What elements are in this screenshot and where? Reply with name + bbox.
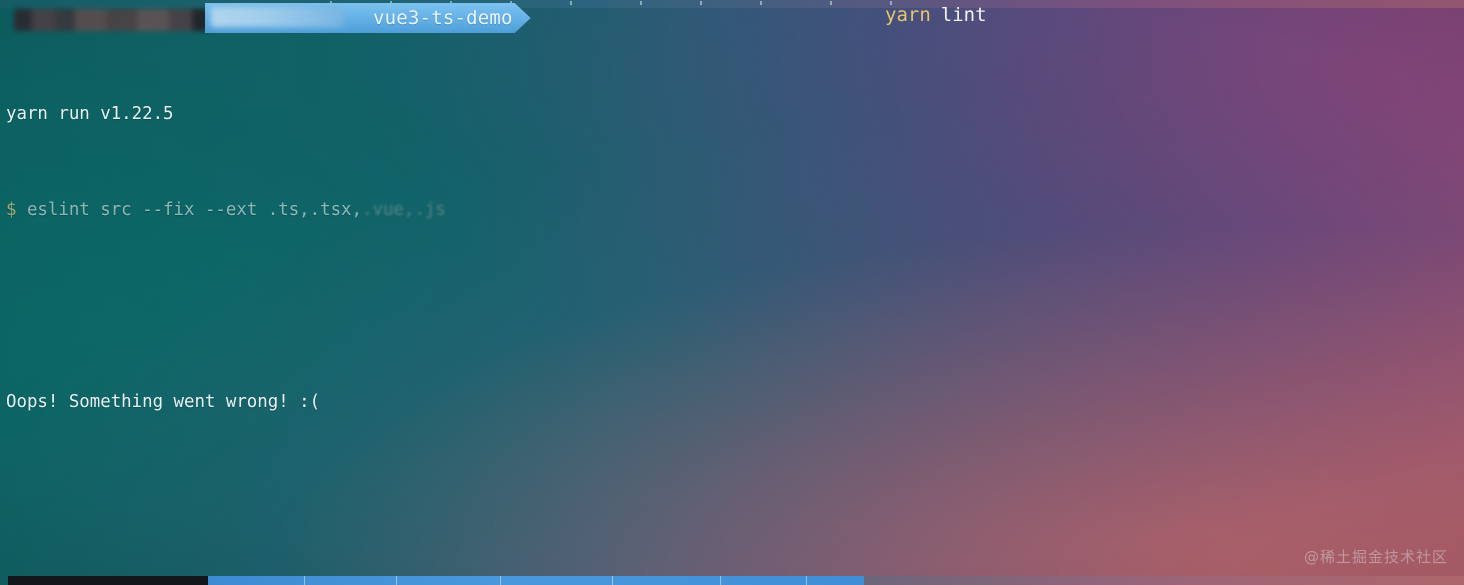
line-text: Oops! Something went wrong! :( — [6, 392, 321, 412]
terminal-output[interactable]: yarn run v1.22.5 $ eslint src --fix --ex… — [0, 30, 1464, 585]
command-subcommand: lint — [940, 4, 987, 26]
running-command: yarn lint — [885, 4, 987, 26]
taskbar[interactable] — [0, 576, 1464, 585]
terminal-line: yarn run v1.22.5 — [0, 102, 1464, 126]
line-text-faded-tail: .vue,.js — [362, 200, 446, 220]
terminal-line-echoed-command: $ eslint src --fix --ext .ts,.tsx,.vue,.… — [0, 198, 1464, 222]
taskbar-active-window-group[interactable] — [208, 576, 864, 585]
line-text: yarn run v1.22.5 — [6, 104, 174, 124]
terminal-window[interactable]: vue3-ts-demo yarn lint yarn run v1.22.5 … — [0, 0, 1464, 585]
taskbar-tray-region[interactable] — [864, 576, 1464, 585]
terminal-line: Oops! Something went wrong! :( — [0, 390, 1464, 414]
command-tool-name: yarn — [885, 4, 931, 26]
breadcrumb-project-label: vue3-ts-demo — [373, 7, 513, 29]
breadcrumb-chip-redacted-segment — [211, 7, 343, 27]
breadcrumb-project-chip[interactable]: vue3-ts-demo — [205, 3, 531, 33]
line-text: eslint src --fix --ext .ts,.tsx, — [16, 200, 362, 220]
breadcrumb-redacted-path — [14, 9, 210, 31]
prompt-symbol: $ — [6, 200, 17, 220]
taskbar-start-region[interactable] — [8, 576, 208, 585]
